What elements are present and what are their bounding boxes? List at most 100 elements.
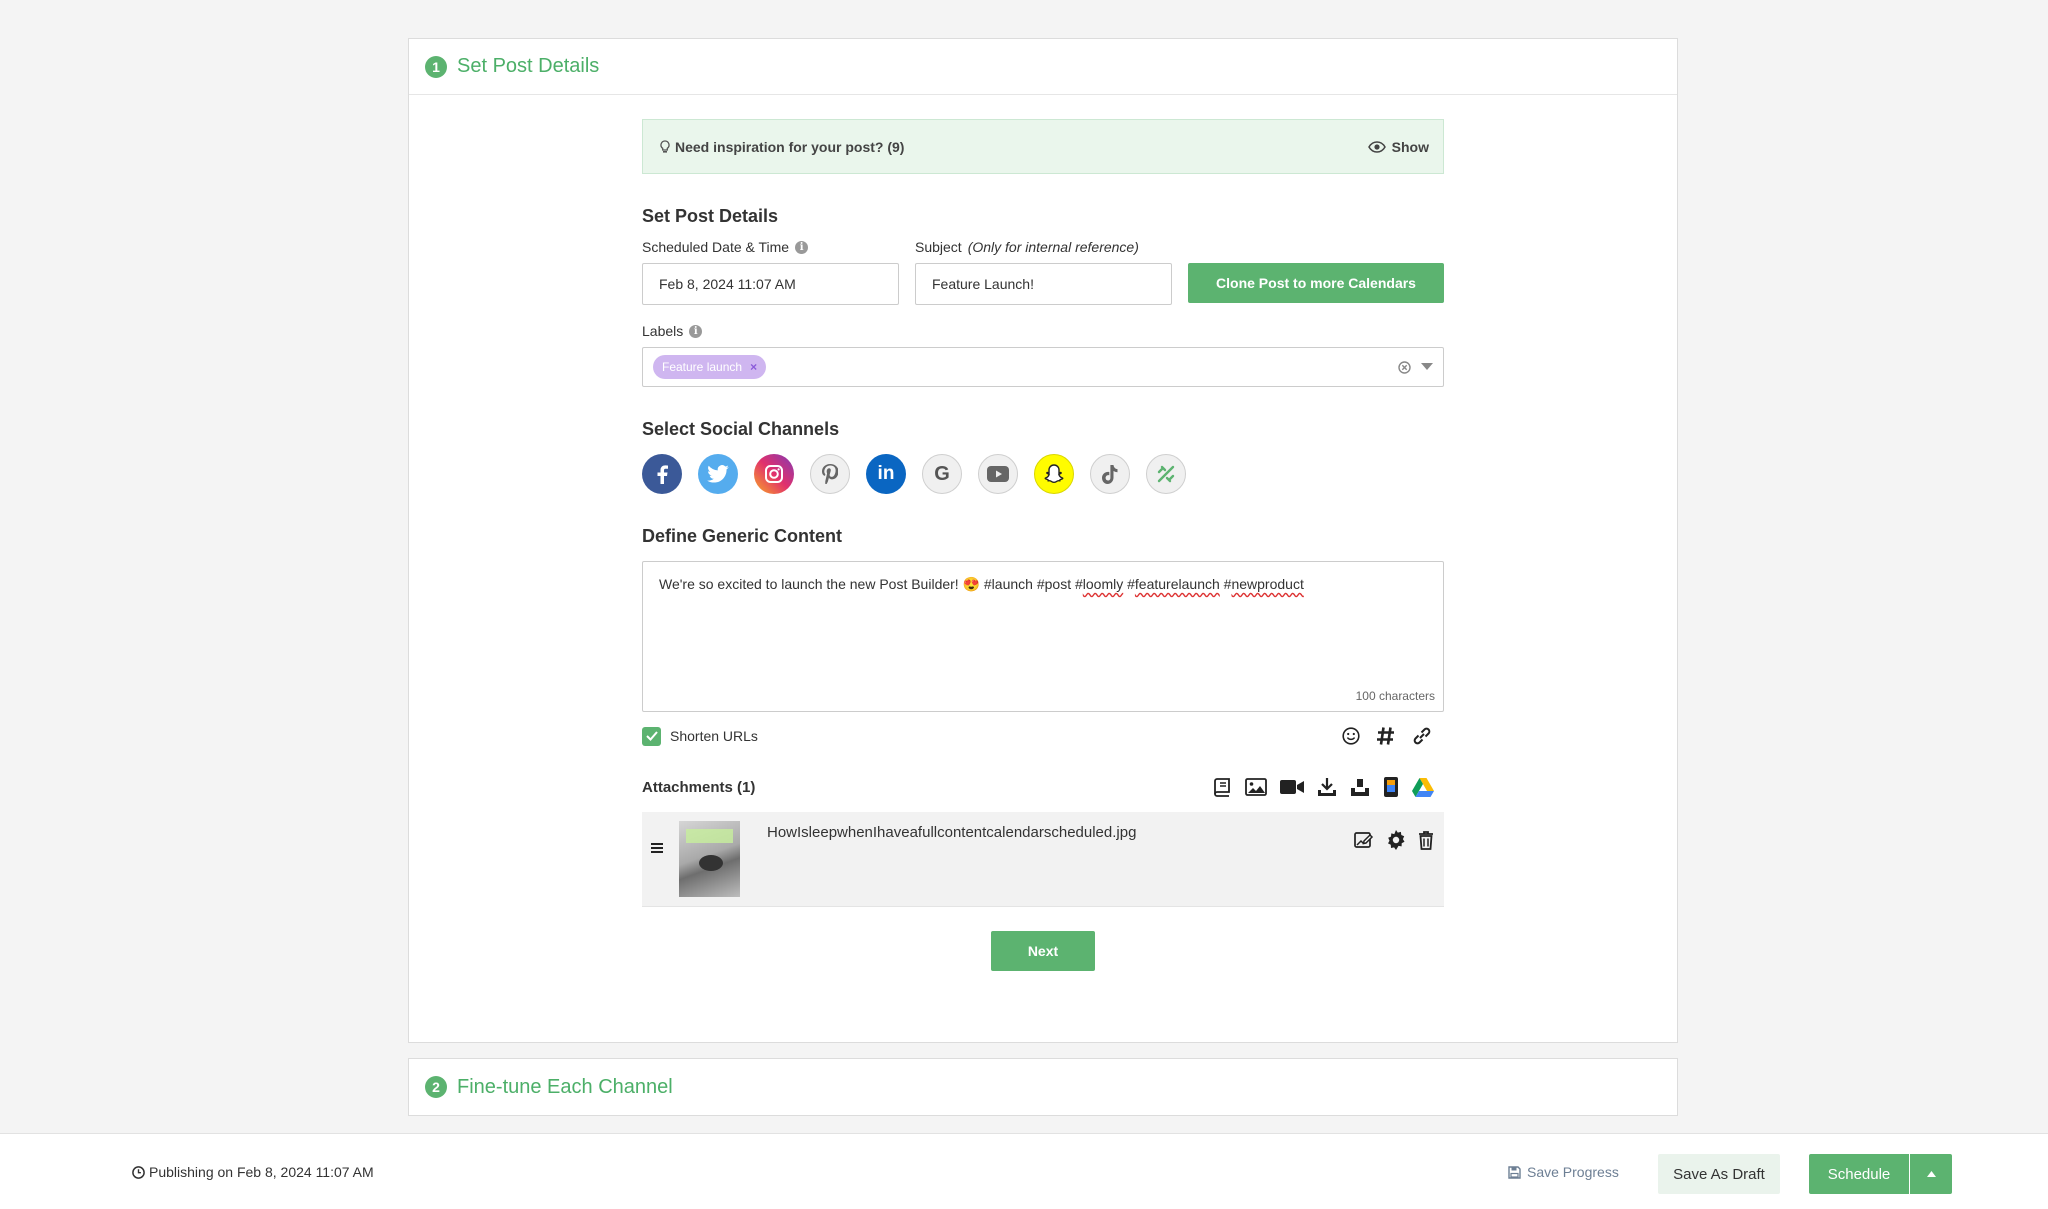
link-icon[interactable] [1412,726,1432,746]
edit-image-icon[interactable] [1354,831,1374,849]
lightbulb-icon [659,139,671,154]
publishing-info: Publishing on Feb 8, 2024 11:07 AM [132,1164,374,1180]
linkedin-channel[interactable]: in [866,454,906,494]
subject-label-text: Subject [915,239,962,255]
subject-hint: (Only for internal reference) [967,239,1139,255]
library-icon[interactable] [1212,777,1232,797]
labels-select[interactable]: Feature launch × [642,347,1444,387]
subject-label: Subject (Only for internal reference) [915,239,1139,255]
snapchat-icon [1043,463,1065,485]
google-icon: G [934,462,950,485]
instagram-channel[interactable] [754,454,794,494]
video-icon[interactable] [1280,779,1304,795]
show-label: Show [1391,138,1429,155]
post-details-title: Set Post Details [642,206,779,226]
shorten-urls-checkbox[interactable] [642,726,661,746]
info-icon[interactable]: i [689,324,703,338]
inspiration-text: Need inspiration for your post? (9) [675,138,905,155]
info-icon[interactable]: i [795,240,809,254]
canva-icon[interactable] [1383,776,1399,798]
snapchat-channel[interactable] [1034,454,1074,494]
label-tag[interactable]: Feature launch × [653,355,767,379]
twitter-channel[interactable] [698,454,738,494]
chevron-down-icon[interactable] [1421,363,1433,371]
youtube-channel[interactable] [978,454,1018,494]
step-2-card[interactable]: 2 Fine-tune Each Channel [408,1058,1678,1116]
custom-channel[interactable] [1146,454,1186,494]
step-number: 2 [425,1076,447,1098]
show-inspiration-button[interactable]: Show [1367,138,1429,155]
save-progress-label: Save Progress [1527,1164,1619,1180]
eye-icon [1367,140,1386,153]
schedule-button-group: Schedule [1809,1154,1952,1194]
linkedin-icon: in [877,463,895,484]
labels-label-text: Labels [642,323,684,339]
content-text-part: # [1219,576,1232,592]
date-label-text: Scheduled Date & Time [642,239,790,255]
next-button[interactable]: Next [991,931,1095,971]
tiktok-icon [1102,464,1118,484]
channel-list: in G [642,454,1444,494]
step-2-header[interactable]: 2 Fine-tune Each Channel [409,1059,1677,1115]
character-count: 100 characters [1355,689,1435,703]
footer-bar: Publishing on Feb 8, 2024 11:07 AM Save … [0,1133,2048,1209]
post-form: Need inspiration for your post? (9) Show… [642,119,1444,971]
clock-icon [132,1165,145,1179]
download-icon[interactable] [1317,777,1337,797]
content-text: We're so excited to launch the new Post … [659,576,1304,592]
drag-handle-icon[interactable] [650,842,664,854]
emoji-icon[interactable] [1342,727,1360,745]
shorten-urls-toggle[interactable]: Shorten URLs [642,726,758,746]
google-drive-icon[interactable] [1412,777,1434,797]
remove-tag-icon[interactable]: × [750,360,757,374]
shorten-urls-label: Shorten URLs [670,728,758,744]
misspelled-word: newproduct [1231,576,1304,592]
content-text-part: We're so excited to launch the new Post … [659,576,1083,592]
misspelled-word: loomly [1082,576,1124,592]
save-progress-button[interactable]: Save Progress [1508,1164,1619,1180]
content-textarea[interactable]: We're so excited to launch the new Post … [642,561,1444,712]
attachment-thumbnail[interactable] [679,821,740,897]
step-title: Fine-tune Each Channel [457,1075,673,1098]
misspelled-word: featurelaunch [1134,576,1220,592]
hashtag-icon[interactable] [1376,726,1396,746]
subject-input[interactable]: Feature Launch! [915,263,1172,305]
gear-icon[interactable] [1386,830,1406,850]
image-icon[interactable] [1245,778,1267,796]
custom-channel-icon [1156,464,1176,484]
attachment-item[interactable]: HowIsleepwhenIhaveafullcontentcalendarsc… [642,812,1444,907]
floppy-icon [1508,1165,1521,1179]
save-as-draft-button[interactable]: Save As Draft [1658,1154,1780,1194]
caret-up-icon [1926,1171,1936,1177]
clear-icon[interactable] [1398,360,1411,374]
clone-post-button[interactable]: Clone Post to more Calendars [1188,263,1444,303]
pinterest-icon [822,464,838,484]
instagram-icon [764,464,784,484]
content-title: Define Generic Content [642,526,843,546]
twitter-icon [707,465,729,483]
step-1-card: 1 Set Post Details Need inspiration for … [408,38,1678,1043]
labels-label: Labels i [642,323,1444,339]
publishing-text: Publishing on Feb 8, 2024 11:07 AM [149,1164,374,1180]
attachment-filename: HowIsleepwhenIhaveafullcontentcalendarsc… [767,824,1137,841]
tiktok-channel[interactable] [1090,454,1130,494]
inspiration-banner[interactable]: Need inspiration for your post? (9) Show [642,119,1444,174]
facebook-icon [656,464,668,484]
schedule-button[interactable]: Schedule [1809,1154,1910,1194]
upload-icon[interactable] [1350,777,1370,797]
step-1-header[interactable]: 1 Set Post Details [409,39,1677,95]
date-label: Scheduled Date & Time i [642,239,899,255]
step-number: 1 [425,55,447,78]
trash-icon[interactable] [1418,830,1434,850]
channels-title: Select Social Channels [642,419,840,439]
google-channel[interactable]: G [922,454,962,494]
facebook-channel[interactable] [642,454,682,494]
schedule-options-button[interactable] [1910,1154,1952,1194]
youtube-icon [987,466,1009,482]
step-title: Set Post Details [457,55,600,77]
date-time-input[interactable]: Feb 8, 2024 11:07 AM [642,263,899,305]
attachments-title: Attachments (1) [642,778,756,796]
content-text-part: # [1123,576,1135,592]
pinterest-channel[interactable] [810,454,850,494]
label-tag-text: Feature launch [662,360,743,374]
